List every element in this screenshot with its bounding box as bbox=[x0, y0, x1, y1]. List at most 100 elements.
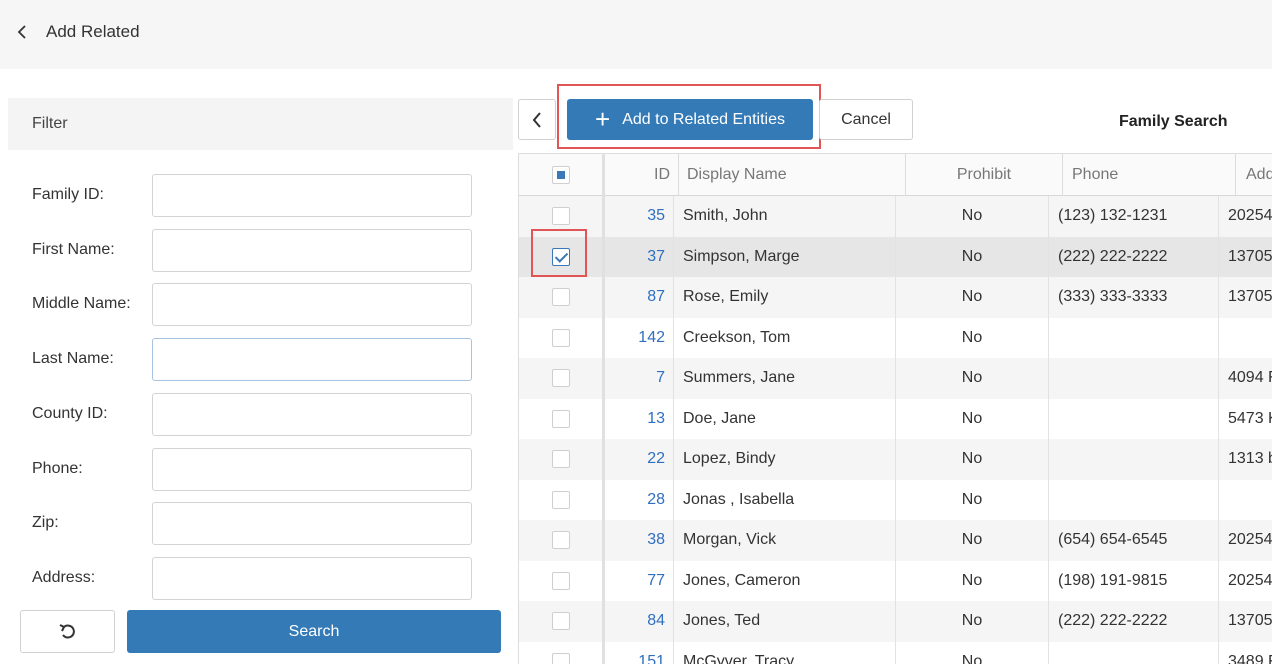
id-text[interactable]: 87 bbox=[647, 288, 665, 306]
prohibit-cell: No bbox=[896, 479, 1049, 520]
highlight-box bbox=[531, 229, 587, 277]
table-row[interactable]: 38 Morgan, Vick No (654) 654-6545 20254 bbox=[519, 520, 1272, 561]
search-button[interactable]: Search bbox=[127, 610, 501, 653]
results-grid: ID Display Name Prohibit Phone Add 35 Smi… bbox=[518, 153, 1272, 664]
address-text: 5473 K bbox=[1228, 409, 1272, 427]
id-text[interactable]: 7 bbox=[656, 369, 665, 387]
select-all-checkbox[interactable] bbox=[552, 166, 570, 184]
top-bar: Add Related bbox=[0, 0, 1272, 69]
row-select-cell bbox=[519, 399, 603, 440]
last-name-input[interactable] bbox=[152, 338, 472, 381]
column-header-address[interactable]: Add bbox=[1236, 154, 1272, 196]
table-row[interactable]: 13 Doe, Jane No 5473 K bbox=[519, 398, 1272, 440]
phone-input[interactable] bbox=[152, 448, 472, 491]
filter-row-last-name: Last Name: bbox=[32, 338, 472, 381]
collapse-filter-button[interactable] bbox=[518, 99, 556, 140]
table-row[interactable]: 77 Jones, Cameron No (198) 191-9815 20254 bbox=[519, 560, 1272, 602]
plus-icon: + bbox=[595, 103, 611, 134]
row-checkbox[interactable] bbox=[552, 450, 570, 469]
table-row[interactable]: 37 Simpson, Marge No (222) 222-2222 13705 bbox=[519, 236, 1272, 278]
id-text[interactable]: 13 bbox=[647, 410, 665, 428]
prohibit-text: No bbox=[961, 369, 983, 387]
display-name-text: Morgan, Vick bbox=[683, 531, 777, 549]
prohibit-cell: No bbox=[896, 641, 1049, 664]
id-text[interactable]: 151 bbox=[638, 653, 665, 664]
table-row[interactable]: 142 Creekson, Tom No bbox=[519, 317, 1272, 359]
column-header-id[interactable]: ID bbox=[603, 154, 679, 196]
middle-name-input[interactable] bbox=[152, 283, 472, 326]
row-checkbox[interactable] bbox=[552, 571, 570, 590]
add-to-related-button[interactable]: + Add to Related Entities bbox=[567, 99, 813, 140]
column-header-prohibit[interactable]: Prohibit bbox=[906, 154, 1063, 196]
table-row[interactable]: 35 Smith, John No (123) 132-1231 20254 bbox=[519, 196, 1272, 237]
address-text: 1313 b bbox=[1228, 450, 1272, 468]
address-cell: 13705 bbox=[1219, 237, 1272, 278]
zip-input[interactable] bbox=[152, 502, 472, 545]
id-text[interactable]: 35 bbox=[647, 207, 665, 225]
id-cell: 37 bbox=[606, 236, 674, 277]
id-text[interactable]: 28 bbox=[647, 491, 665, 509]
row-select-cell bbox=[519, 480, 603, 521]
address-text: 13705 bbox=[1228, 288, 1272, 306]
address-label: Address: bbox=[32, 569, 96, 586]
cancel-button[interactable]: Cancel bbox=[819, 99, 913, 140]
select-all-cell bbox=[519, 154, 603, 196]
chevron-left-icon bbox=[17, 25, 26, 39]
id-text[interactable]: 37 bbox=[647, 248, 665, 266]
id-text[interactable]: 22 bbox=[647, 450, 665, 468]
reset-button[interactable] bbox=[20, 610, 115, 653]
row-checkbox[interactable] bbox=[552, 207, 570, 226]
row-checkbox[interactable] bbox=[552, 490, 570, 509]
row-checkbox[interactable] bbox=[552, 612, 570, 631]
row-checkbox[interactable] bbox=[552, 531, 570, 550]
id-text[interactable]: 38 bbox=[647, 531, 665, 549]
address-text: 3489 F bbox=[1228, 652, 1272, 664]
phone-cell bbox=[1049, 479, 1219, 520]
table-row[interactable]: 87 Rose, Emily No (333) 333-3333 13705 bbox=[519, 277, 1272, 318]
prohibit-text: No bbox=[961, 409, 983, 427]
address-text: 13705 bbox=[1228, 247, 1272, 265]
prohibit-cell: No bbox=[896, 398, 1049, 439]
display-name-cell: Jonas , Isabella bbox=[674, 479, 896, 520]
table-row[interactable]: 7 Summers, Jane No 4094 F bbox=[519, 358, 1272, 399]
table-row[interactable]: 84 Jones, Ted No (222) 222-2222 13705 bbox=[519, 601, 1272, 642]
display-name-text: Lopez, Bindy bbox=[683, 450, 776, 468]
prohibit-cell: No bbox=[896, 196, 1049, 237]
address-cell: 20254 bbox=[1219, 561, 1272, 602]
table-row[interactable]: 28 Jonas , Isabella No bbox=[519, 479, 1272, 521]
id-text[interactable]: 84 bbox=[647, 612, 665, 630]
address-input[interactable] bbox=[152, 557, 472, 600]
phone-cell: (654) 654-6545 bbox=[1049, 520, 1219, 561]
address-cell: 13705 bbox=[1219, 277, 1272, 318]
filter-row-county-id: County ID: bbox=[32, 393, 472, 436]
row-checkbox[interactable] bbox=[552, 288, 570, 307]
display-name-cell: McGyver, Tracy bbox=[674, 641, 896, 664]
table-row[interactable]: 22 Lopez, Bindy No 1313 b bbox=[519, 439, 1272, 480]
row-checkbox[interactable] bbox=[552, 409, 570, 428]
phone-text: (222) 222-2222 bbox=[1058, 612, 1168, 630]
display-name-cell: Jones, Ted bbox=[674, 601, 896, 642]
id-cell: 142 bbox=[606, 317, 674, 358]
county-id-label: County ID: bbox=[32, 405, 108, 422]
page-title: Add Related bbox=[46, 22, 140, 41]
address-cell bbox=[1219, 480, 1272, 521]
row-checkbox[interactable] bbox=[552, 652, 570, 664]
row-checkbox[interactable] bbox=[552, 369, 570, 388]
back-button[interactable]: Add Related bbox=[16, 18, 140, 46]
row-checkbox[interactable] bbox=[552, 328, 570, 347]
address-cell bbox=[1219, 318, 1272, 359]
column-header-phone[interactable]: Phone bbox=[1063, 154, 1236, 196]
undo-icon bbox=[59, 623, 75, 639]
first-name-input[interactable] bbox=[152, 229, 472, 272]
phone-cell: (222) 222-2222 bbox=[1049, 236, 1219, 277]
table-row[interactable]: 151 McGyver, Tracy No 3489 F bbox=[519, 641, 1272, 664]
county-id-input[interactable] bbox=[152, 393, 472, 436]
prohibit-cell: No bbox=[896, 601, 1049, 642]
id-text[interactable]: 142 bbox=[638, 329, 665, 347]
family-id-input[interactable] bbox=[152, 174, 472, 217]
prohibit-cell: No bbox=[896, 560, 1049, 601]
id-text[interactable]: 77 bbox=[647, 572, 665, 590]
column-header-display-name[interactable]: Display Name bbox=[679, 154, 906, 196]
address-text: 13705 bbox=[1228, 612, 1272, 630]
filter-row-middle-name: Middle Name: bbox=[32, 283, 472, 326]
